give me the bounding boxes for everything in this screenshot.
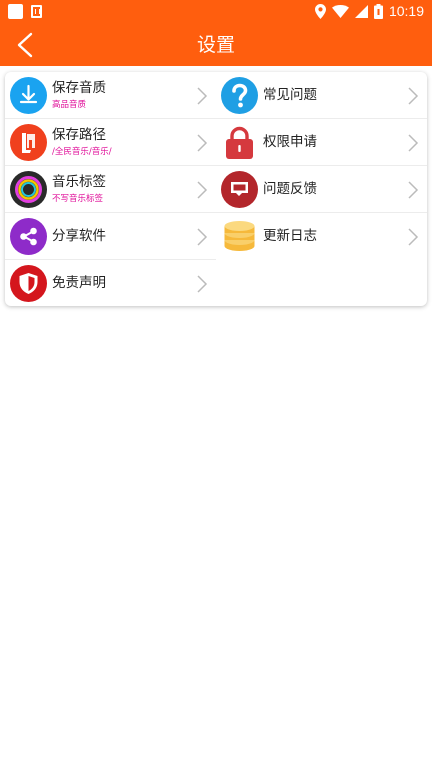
download-icon [10,77,47,114]
shield-icon [10,265,47,302]
back-arrow-icon [17,32,33,58]
music-tag-icon [10,171,47,208]
setting-label: 分享软件 [52,228,106,244]
question-icon [221,77,258,114]
setting-label: 保存路径 [52,127,106,143]
page-title: 设置 [196,34,235,56]
setting-label: 保存音质 [52,80,106,96]
chevron-right-icon [197,228,208,246]
square-icon [8,4,23,19]
toolbar: 设置 [0,24,432,66]
chevron-right-icon [408,228,419,246]
setting-save-quality[interactable]: 保存音质 高品音质 [5,72,216,119]
setting-subtext: 不写音乐标签 [52,194,104,204]
status-time: 10:19 [388,3,424,19]
chevron-right-icon [408,87,419,105]
feedback-icon [221,171,258,208]
setting-music-tag[interactable]: 音乐标签 不写音乐标签 [5,166,216,213]
setting-label: 音乐标签 [52,174,106,190]
chevron-right-icon [197,87,208,105]
setting-label: 免责声明 [52,275,106,291]
lock-icon [226,126,253,159]
chevron-right-icon [197,275,208,293]
setting-changelog[interactable]: 更新日志 [216,213,427,260]
setting-label: 权限申请 [263,134,317,150]
chevron-right-icon [408,181,419,199]
settings-left-column: 保存音质 高品音质 保存路径 /全民音乐/音乐/ 音乐标签 不写音乐标签 分享软… [5,72,216,306]
coins-stack-icon [224,221,255,251]
chevron-right-icon [197,134,208,152]
chevron-right-icon [197,181,208,199]
folder-path-icon [10,124,47,161]
chevron-right-icon [408,134,419,152]
setting-save-path[interactable]: 保存路径 /全民音乐/音乐/ [5,119,216,166]
setting-subtext: /全民音乐/音乐/ [52,147,112,157]
battery-icon [373,3,383,19]
status-bar: 10:19 [0,0,432,24]
setting-feedback[interactable]: 问题反馈 [216,166,427,213]
location-icon [314,3,326,19]
setting-faq[interactable]: 常见问题 [216,72,427,119]
settings-right-column: 常见问题 权限申请 问题反馈 更新日志 [216,72,427,260]
share-icon [10,218,47,255]
back-button[interactable] [8,28,42,62]
a-notification-icon [31,5,42,18]
setting-label: 常见问题 [263,87,317,103]
settings-card: 保存音质 高品音质 保存路径 /全民音乐/音乐/ 音乐标签 不写音乐标签 分享软… [5,72,427,306]
setting-disclaimer[interactable]: 免责声明 [5,260,216,306]
wifi-icon [331,4,349,18]
signal-icon [354,4,368,18]
setting-label: 更新日志 [263,228,317,244]
setting-share-app[interactable]: 分享软件 [5,213,216,260]
setting-label: 问题反馈 [263,181,317,197]
setting-permissions[interactable]: 权限申请 [216,119,427,166]
setting-subtext: 高品音质 [52,100,87,110]
